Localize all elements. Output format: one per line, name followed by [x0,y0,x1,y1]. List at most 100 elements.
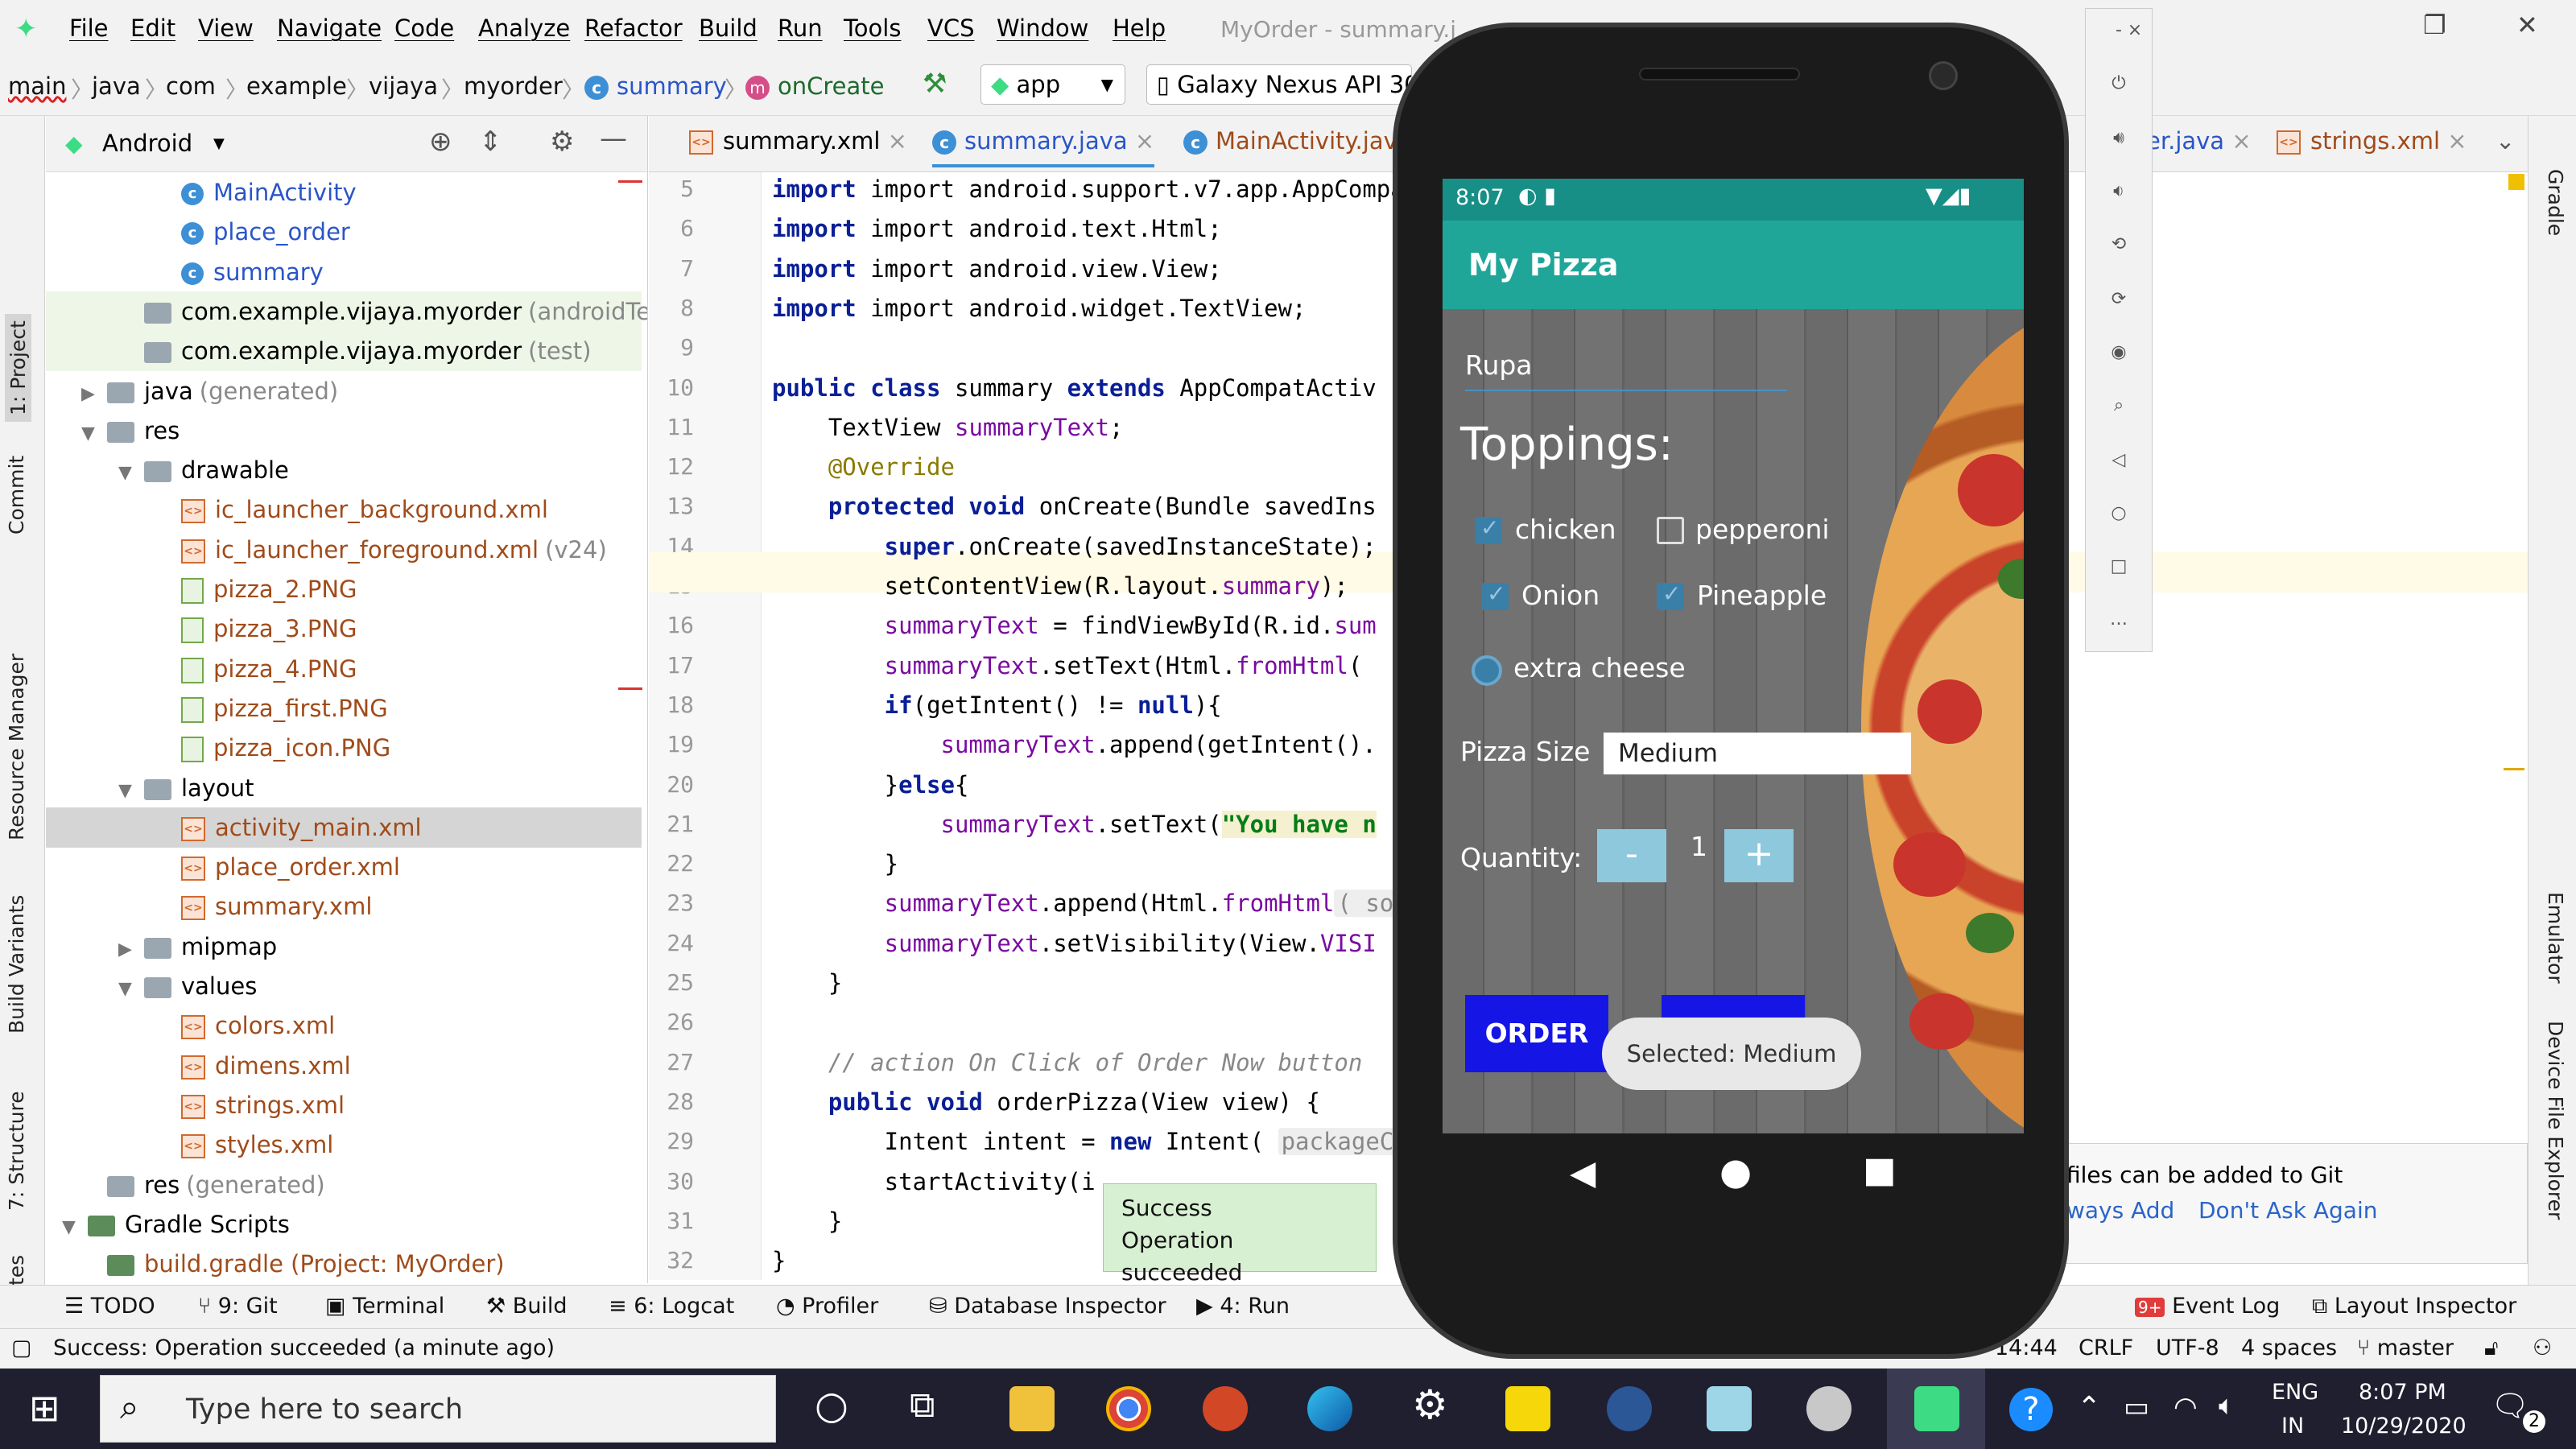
menu-help[interactable]: Help [1113,14,1166,42]
home-icon[interactable]: ○ [2107,503,2131,523]
app-icon[interactable] [1707,1386,1752,1431]
tree-item[interactable]: ▶ java (generated) [46,371,642,411]
tree-item[interactable]: c MainActivity [46,172,642,213]
tool-profiler[interactable]: ◔ Profiler [776,1294,878,1319]
task-view-icon[interactable]: ○ [815,1383,848,1428]
tree-item[interactable]: <> strings.xml [46,1085,642,1125]
tree-item[interactable]: ▼ layout [46,768,642,808]
tab-device-file-explorer[interactable]: Device File Explorer [2544,1021,2567,1220]
menu-vcs[interactable]: VCS [927,14,975,42]
tree-item[interactable]: <> ic_launcher_background.xml [46,489,642,530]
tab-mainactivity-java[interactable]: c MainActivity.java [1183,127,1412,155]
more-icon[interactable]: … [2107,609,2131,630]
quantity-minus-button[interactable]: - [1597,829,1666,882]
close-icon[interactable]: × [888,127,907,155]
tree-item[interactable]: <> activity_main.xml [46,807,642,848]
battery-icon[interactable]: ▭ [2124,1391,2149,1423]
tab-build-variants[interactable]: Build Variants [5,895,28,1034]
tab-order-java[interactable]: er.java × [2146,127,2252,155]
tool-build[interactable]: ⚒ Build [486,1294,568,1319]
git-add-link[interactable]: ways Add [2066,1197,2174,1224]
expand-arrow-icon[interactable]: ▼ [62,1208,81,1248]
collapse-arrow-icon[interactable]: ▶ [118,930,138,970]
tool-todo[interactable]: ☰ TODO [64,1294,155,1319]
tree-item[interactable]: com.example.vijaya.myorder (test) [46,331,642,372]
tree-item[interactable]: <> ic_launcher_foreground.xml (v24) [46,530,642,570]
expand-arrow-icon[interactable]: ▼ [118,453,138,493]
expand-arrow-icon[interactable]: ▼ [81,414,101,454]
make-project-hammer-icon[interactable]: ⚒ [923,68,947,100]
clock-time[interactable]: 8:07 PM [2359,1380,2446,1405]
close-icon[interactable]: × [2447,127,2467,155]
snipping-tool-icon[interactable] [1806,1386,1852,1431]
breadcrumb-vijaya[interactable]: vijaya [369,72,438,100]
checkbox-pepperoni[interactable] [1657,517,1684,544]
breadcrumb-oncreate[interactable]: m onCreate [745,72,884,100]
file-encoding[interactable]: UTF-8 [2156,1335,2219,1360]
radio-extra-cheese[interactable] [1472,655,1502,686]
name-input[interactable]: Rupa [1465,349,1533,381]
windows-start-icon[interactable]: ⊞ [29,1386,60,1430]
tab-emulator[interactable]: Emulator [2544,892,2567,984]
status-message[interactable]: Success: Operation succeeded (a minute a… [53,1335,555,1360]
rotate-left-icon[interactable]: ⟲ [2107,234,2131,254]
menu-analyze[interactable]: Analyze [478,14,570,42]
menu-tools[interactable]: Tools [844,14,901,42]
menu-view[interactable]: View [198,14,254,42]
tab-project[interactable]: 1: Project [5,314,31,422]
volume-down-icon[interactable]: 🔉︎ [2107,181,2131,201]
project-view-select[interactable]: Android [102,130,192,157]
tree-item[interactable]: res (generated) [46,1165,642,1205]
rotate-right-icon[interactable]: ⟳ [2107,289,2131,309]
overview-icon[interactable]: □ [2107,556,2131,576]
tab-summary-xml[interactable]: <> summary.xml × [689,127,907,155]
zoom-icon[interactable]: ⌕ [2107,395,2131,415]
event-log-icon[interactable]: ⚇ [2533,1335,2552,1360]
app-icon[interactable] [1607,1386,1652,1431]
tree-item[interactable]: com.example.vijaya.myorder(androidTest) [46,291,647,332]
breadcrumb-example[interactable]: example [246,72,347,100]
tab-structure[interactable]: 7: Structure [5,1091,28,1211]
task-switcher-icon[interactable]: ⧉ [910,1385,935,1426]
tree-item[interactable]: <> place_order.xml [46,847,642,887]
dont-ask-again-link[interactable]: Don't Ask Again [2198,1197,2377,1224]
tree-item[interactable]: <> styles.xml [46,1125,642,1165]
menu-build[interactable]: Build [699,14,758,42]
menu-navigate[interactable]: Navigate [277,14,382,42]
power-icon[interactable]: ⏻ [2107,73,2131,93]
close-window-icon[interactable]: ✕ [2516,10,2538,40]
tree-item[interactable]: ▼ drawable [46,450,642,490]
hide-panel-icon[interactable]: — [600,122,627,155]
tree-item[interactable]: ▼ values [46,966,642,1006]
tree-item[interactable]: pizza_3.PNG [46,609,642,649]
tool-logcat[interactable]: ≡ 6: Logcat [609,1294,734,1319]
tab-strings-xml[interactable]: <> strings.xml × [2277,127,2467,155]
back-icon[interactable]: ◁ [2107,450,2131,470]
run-config-select[interactable]: ◆ app ▼ [980,64,1125,105]
help-icon[interactable]: ? [2009,1388,2053,1431]
dropdown-arrow-icon[interactable]: ▼ [213,135,225,152]
tool-database-inspector[interactable]: ⛁ Database Inspector [929,1294,1166,1319]
tree-item[interactable]: <> summary.xml [46,886,642,927]
menu-refactor[interactable]: Refactor [584,14,683,42]
tool-git[interactable]: ⑂ 9: Git [198,1294,278,1319]
menu-edit[interactable]: Edit [130,14,175,42]
phone-back-icon[interactable]: ◀ [1570,1153,1596,1192]
wifi-icon[interactable]: ◠ [2174,1391,2198,1423]
tab-resource-manager[interactable]: Resource Manager [5,654,28,840]
gear-icon[interactable]: ⚙ [550,126,574,158]
breadcrumb-com[interactable]: com [166,72,216,100]
indent-setting[interactable]: 4 spaces [2241,1335,2337,1360]
lock-icon[interactable]: 🔓︎ [2484,1335,2499,1361]
tool-layout-inspector[interactable]: ⧉ Layout Inspector [2312,1294,2516,1319]
language-indicator[interactable]: ENG [2272,1380,2318,1405]
tool-terminal[interactable]: ▣ Terminal [325,1294,444,1319]
tree-item[interactable]: ▼ res [46,411,642,451]
close-icon[interactable]: × [1135,127,1154,155]
close-icon[interactable]: × [2231,127,2251,155]
settings-gear-icon[interactable]: ⚙ [1412,1381,1448,1428]
android-studio-taskbar-button[interactable] [1887,1368,1985,1449]
tab-gradle[interactable]: Gradle [2544,169,2567,236]
tab-commit[interactable]: Commit [5,456,28,535]
checkbox-pineapple[interactable] [1657,580,1684,610]
